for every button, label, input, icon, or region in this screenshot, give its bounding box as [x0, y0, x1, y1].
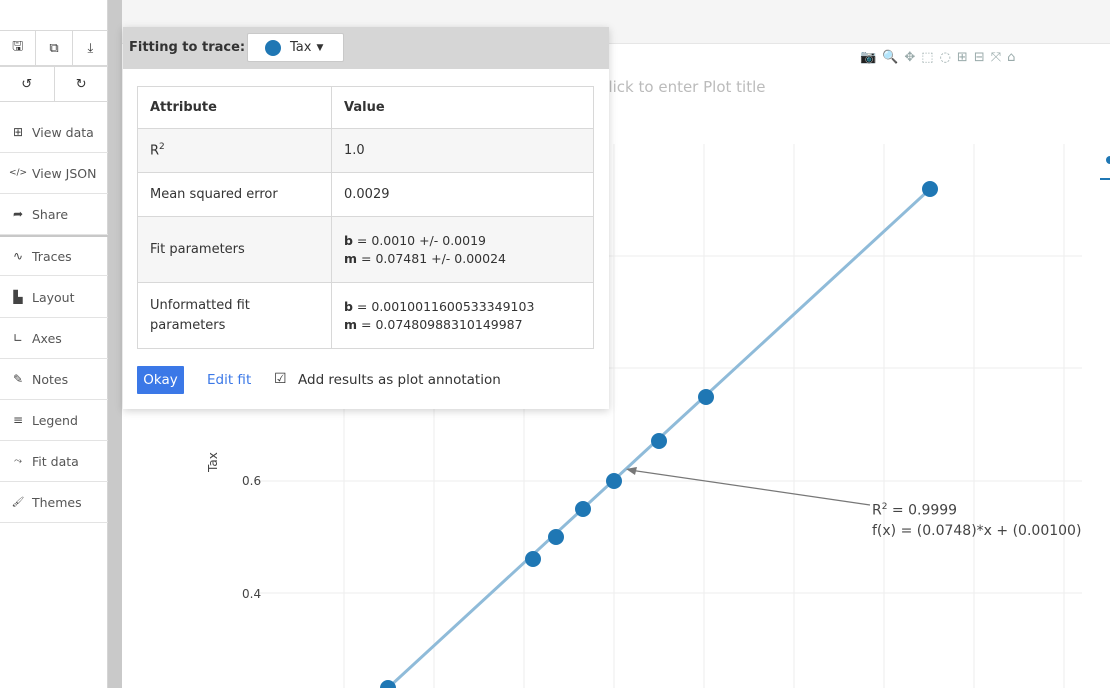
trace-name: Tax — [290, 40, 312, 55]
legend-swatch[interactable] — [1100, 150, 1110, 180]
sidebar-item-label: Notes — [32, 371, 69, 387]
value-cell: b = 0.0010011600533349103 m = 0.07480988… — [331, 282, 594, 349]
caret-down-icon: ▼ — [316, 42, 324, 53]
y-tick-label: 0.4 — [242, 587, 262, 601]
fit-icon: ⤳ — [14, 455, 22, 467]
sidebar-item-label: View JSON — [32, 165, 97, 181]
fit-results-table: Attribute Value R2 1.0 Mean squared erro… — [137, 86, 594, 349]
attribute-cell: R2 — [137, 128, 332, 173]
data-point[interactable] — [698, 389, 714, 405]
sidebar-item-view-data[interactable]: ⊞ View data — [0, 112, 108, 153]
dialog-title: Fitting to trace: — [129, 40, 246, 55]
legend-marker — [1106, 156, 1110, 164]
edit-fit-link[interactable]: Edit fit — [207, 372, 251, 388]
table-header-row: Attribute Value — [137, 86, 594, 129]
value-cell: 0.0029 — [331, 172, 594, 217]
annotation-checkbox[interactable]: ☑ — [274, 371, 287, 387]
value-cell: b = 0.0010 +/- 0.0019 m = 0.07481 +/- 0.… — [331, 216, 594, 283]
panel-divider[interactable] — [108, 0, 122, 688]
annotation-fx-line: f(x) = (0.0748)*x + (0.00100) — [872, 522, 1082, 539]
table-row: Unformatted fit parameters b = 0.0010011… — [137, 282, 594, 349]
annotation-arrow — [629, 469, 871, 506]
axes-icon: ∟ — [12, 331, 24, 345]
app: 🖫 ⧉ ⤓ ↺ ↻ ⊞ View data </> View JSON ➦ Sh… — [0, 0, 1110, 688]
table-row: Mean squared error 0.0029 — [137, 172, 594, 217]
sidebar-item-themes[interactable]: 🖌 Themes — [0, 482, 108, 523]
sidebar-item-notes[interactable]: ✎ Notes — [0, 359, 108, 400]
sidebar-item-label: View data — [32, 124, 94, 140]
legend-icon: ≡ — [12, 413, 24, 427]
data-point[interactable] — [525, 551, 541, 567]
paint-roller-icon: 🖌 — [11, 496, 25, 508]
sidebar-item-axes[interactable]: ∟ Axes — [0, 318, 108, 359]
sidebar: 🖫 ⧉ ⤓ ↺ ↻ ⊞ View data </> View JSON ➦ Sh… — [0, 0, 108, 688]
sidebar-item-legend[interactable]: ≡ Legend — [0, 400, 108, 441]
sidebar-item-label: Themes — [32, 494, 82, 510]
data-point[interactable] — [606, 473, 622, 489]
okay-button[interactable]: Okay — [137, 366, 184, 394]
y-tick-label: 0.6 — [242, 474, 262, 488]
sidebar-item-label: Share — [32, 206, 69, 222]
sidebar-item-label: Traces — [32, 248, 72, 264]
sidebar-item-layout[interactable]: ▙ Layout — [0, 277, 108, 318]
sidebar-item-fit-data[interactable]: ⤳ Fit data — [0, 441, 108, 482]
table-row: R2 1.0 — [137, 128, 594, 173]
attribute-cell: Unformatted fit parameters — [137, 282, 332, 349]
attribute-cell: Fit parameters — [137, 216, 332, 283]
redo-icon[interactable]: ↻ — [55, 67, 109, 101]
share-icon: ➦ — [12, 207, 24, 221]
trace-color-dot — [265, 39, 281, 56]
sidebar-item-label: Axes — [32, 330, 62, 346]
y-axis-label[interactable]: Tax — [206, 452, 220, 472]
code-icon: </> — [8, 168, 28, 178]
attribute-cell: Mean squared error — [137, 172, 332, 217]
traces-icon: ∿ — [12, 249, 24, 263]
undo-icon[interactable]: ↺ — [0, 67, 55, 101]
data-point[interactable] — [922, 181, 938, 197]
fit-results-dialog: Fitting to trace: Tax ▼ Attribute Value … — [123, 27, 609, 409]
value-cell: 1.0 — [331, 128, 594, 173]
save-icon[interactable]: 🖫 — [0, 31, 37, 65]
annotation-r2-line: R2 = 0.9999 — [872, 502, 958, 519]
download-icon[interactable]: ⤓ — [73, 31, 108, 65]
history-toolbar: ↺ ↻ — [0, 66, 108, 102]
grid-icon: ⊞ — [12, 125, 24, 139]
pencil-icon: ✎ — [12, 372, 24, 386]
file-toolbar: 🖫 ⧉ ⤓ — [0, 30, 108, 66]
dialog-header: Fitting to trace: Tax ▼ — [123, 27, 609, 69]
data-point[interactable] — [575, 501, 591, 517]
table-row: Fit parameters b = 0.0010 +/- 0.0019 m =… — [137, 216, 594, 283]
sidebar-item-share[interactable]: ➦ Share — [0, 194, 108, 235]
plot-annotation[interactable]: R2 = 0.9999 f(x) = (0.0748)*x + (0.00100… — [872, 497, 1081, 541]
sidebar-item-traces[interactable]: ∿ Traces — [0, 235, 108, 276]
data-point[interactable] — [548, 529, 564, 545]
sidebar-item-label: Fit data — [32, 453, 79, 469]
copy-icon[interactable]: ⧉ — [36, 31, 73, 65]
sidebar-item-view-json[interactable]: </> View JSON — [0, 153, 108, 194]
sidebar-item-label: Legend — [32, 412, 78, 428]
column-header: Attribute — [137, 86, 332, 129]
data-point[interactable] — [651, 433, 667, 449]
trace-dropdown[interactable]: Tax ▼ — [247, 33, 344, 62]
column-header: Value — [331, 86, 594, 129]
annotation-checkbox-label[interactable]: Add results as plot annotation — [298, 372, 501, 388]
layout-icon: ▙ — [13, 290, 23, 304]
sidebar-item-label: Layout — [32, 289, 75, 305]
